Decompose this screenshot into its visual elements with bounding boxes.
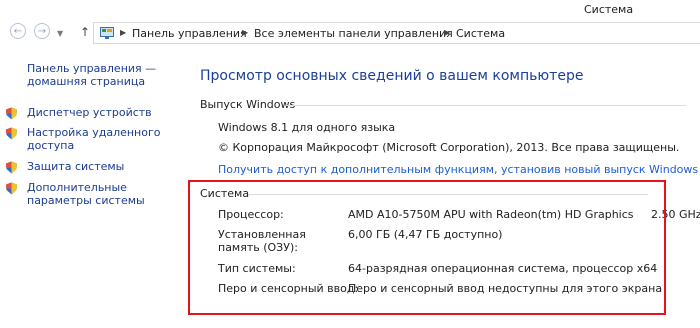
breadcrumb-all-items[interactable]: Все элементы панели управления [254, 27, 453, 40]
shield-icon [6, 161, 17, 174]
upgrade-windows-link[interactable]: Получить доступ к дополнительным функция… [218, 163, 698, 176]
up-arrow-icon[interactable]: ↑ [80, 25, 90, 39]
breadcrumb-control-panel[interactable]: Панель управления [132, 27, 247, 40]
sidebar-home-link[interactable]: Панель управления — домашняя страница [27, 62, 167, 88]
forward-arrow-icon[interactable]: → [34, 23, 50, 39]
breadcrumb-separator-icon: ▶ [120, 28, 127, 37]
shield-icon [6, 182, 17, 195]
control-panel-icon [100, 27, 114, 39]
copyright-text: © Корпорация Майкрософт (Microsoft Corpo… [218, 141, 680, 154]
sidebar-item-label: Настройка удаленного доступа [27, 126, 161, 152]
shield-icon [6, 107, 17, 120]
breadcrumb-system[interactable]: Система [456, 27, 505, 40]
windows-edition: Windows 8.1 для одного языка [218, 121, 396, 134]
recent-locations-chevron-down-icon[interactable]: ▼ [57, 29, 63, 38]
window-titlebar: Система [0, 0, 700, 20]
sidebar-item-label: Дополнительные параметры системы [27, 181, 145, 207]
window-title: Система [584, 3, 634, 16]
section-divider [286, 105, 686, 106]
highlight-annotation-box [188, 180, 666, 315]
sidebar-item-label: Защита системы [27, 160, 125, 173]
page-title: Просмотр основных сведений о вашем компь… [200, 68, 584, 84]
sidebar-item-label: Диспетчер устройств [27, 106, 152, 119]
sidebar: Панель управления — домашняя страница Ди… [0, 46, 180, 328]
breadcrumb-separator-icon: ▶ [444, 28, 451, 37]
back-arrow-icon[interactable]: ← [10, 23, 26, 39]
shield-icon [6, 127, 17, 140]
address-bar[interactable]: ▶ Панель управления ▶ Все элементы панел… [93, 22, 700, 44]
windows-edition-section-title: Выпуск Windows [200, 98, 296, 111]
breadcrumb-separator-icon: ▶ [242, 28, 249, 37]
navigation-bar: ← → ▼ ↑ ▶ Панель управления ▶ Все элемен… [0, 20, 700, 46]
